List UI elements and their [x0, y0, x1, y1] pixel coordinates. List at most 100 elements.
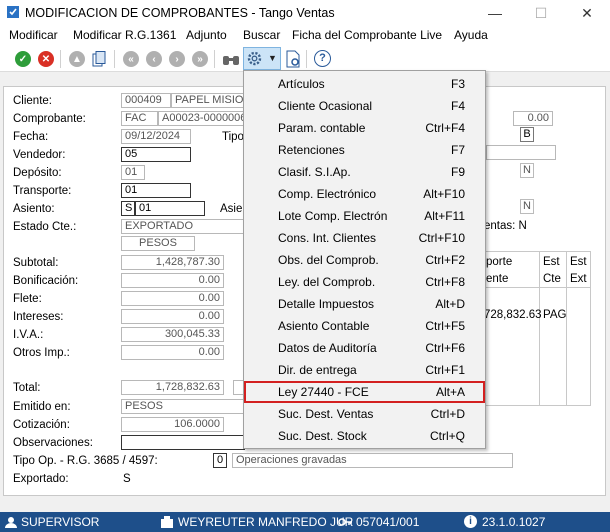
- tipo-op-description-field: Operaciones gravadas: [232, 453, 513, 468]
- bonificacion-label: Bonificación:: [13, 275, 79, 287]
- copy-icon[interactable]: [92, 51, 106, 67]
- asiento-field[interactable]: 01: [135, 201, 205, 216]
- maximize-button[interactable]: ☐: [518, 0, 564, 26]
- comprobante-number-field[interactable]: A00023-00000062: [158, 111, 244, 126]
- menu-item-cons-int-clientes[interactable]: Cons. Int. Clientes Ctrl+F10: [244, 227, 485, 249]
- tipo-op-code-field[interactable]: 0: [213, 453, 227, 468]
- document-settings-icon[interactable]: [285, 50, 301, 68]
- menu-item-comp-electronico[interactable]: Comp. Electrónico Alt+F10: [244, 183, 485, 205]
- menu-item-detalle-impuestos[interactable]: Detalle Impuestos Alt+D: [244, 293, 485, 315]
- observaciones-field[interactable]: [121, 435, 245, 450]
- menu-item-retenciones[interactable]: Retenciones F7: [244, 139, 485, 161]
- menu-item-articulos[interactable]: Artículos F3: [244, 73, 485, 95]
- col-est-ext-header-2: Ext: [570, 273, 587, 285]
- table-divider: [539, 251, 540, 406]
- vendedor-field[interactable]: 05: [121, 147, 191, 162]
- vendedor-label: Vendedor:: [13, 149, 66, 161]
- total-label: Total:: [13, 382, 41, 394]
- tipo-op-label: Tipo Op. - R.G. 3685 / 4597:: [13, 455, 158, 467]
- menu-modificar[interactable]: Modificar: [9, 28, 58, 42]
- cliente-code-field[interactable]: 000409: [121, 93, 171, 108]
- menu-ayuda[interactable]: Ayuda: [454, 28, 488, 42]
- minimize-button[interactable]: —: [472, 0, 518, 26]
- check-icon[interactable]: ✓: [15, 51, 31, 67]
- menu-item-param-contable[interactable]: Param. contable Ctrl+F4: [244, 117, 485, 139]
- menu-item-cliente-ocasional[interactable]: Cliente Ocasional F4: [244, 95, 485, 117]
- comprobante-type-field[interactable]: FAC: [121, 111, 158, 126]
- menu-item-datos-auditoria[interactable]: Datos de Auditoría Ctrl+F6: [244, 337, 485, 359]
- ventas-label: entas: N: [484, 220, 527, 232]
- emitido-label: Emitido en:: [13, 401, 71, 413]
- user-icon: [5, 516, 17, 528]
- menu-item-lote-comp-electron[interactable]: Lote Comp. Electrón Alt+F11: [244, 205, 485, 227]
- right-amount-field: 0.00: [513, 111, 553, 126]
- transporte-field[interactable]: 01: [121, 183, 191, 198]
- menu-item-ley-comprob[interactable]: Ley. del Comprob. Ctrl+F8: [244, 271, 485, 293]
- col-importe-header-2: ente: [486, 273, 509, 285]
- subtotal-field: 1,428,787.30: [121, 255, 224, 270]
- otros-imp-field: 0.00: [121, 345, 224, 360]
- estado-field: EXPORTADO: [121, 219, 244, 234]
- letter-box: B: [520, 127, 534, 142]
- flete-label: Flete:: [13, 293, 42, 305]
- tipo-label: Tipo: [222, 131, 244, 143]
- asiento-extra-label: Asie: [220, 203, 243, 215]
- transporte-label: Transporte:: [13, 185, 72, 197]
- total-field: 1,728,832.63: [121, 380, 224, 395]
- fecha-field[interactable]: 09/12/2024: [121, 129, 191, 144]
- intereses-label: Intereses:: [13, 311, 64, 323]
- cotizacion-label: Cotización:: [13, 419, 70, 431]
- row-est-cte: PAG: [543, 309, 567, 321]
- menu-item-suc-dest-ventas[interactable]: Suc. Dest. Ventas Ctrl+D: [244, 403, 485, 425]
- fecha-label: Fecha:: [13, 131, 49, 143]
- menu-item-ley-27440-fce[interactable]: Ley 27440 - FCE Alt+A: [244, 381, 485, 403]
- binoculars-icon[interactable]: [222, 51, 240, 67]
- last-record-icon[interactable]: »: [192, 51, 208, 67]
- asiento-flag-field[interactable]: S: [121, 201, 135, 216]
- menu-modificar-rg1361[interactable]: Modificar R.G.1361: [73, 28, 176, 42]
- first-record-icon[interactable]: «: [123, 51, 139, 67]
- menu-item-asiento-contable[interactable]: Asiento Contable Ctrl+F5: [244, 315, 485, 337]
- otros-imp-label: Otros Imp.:: [13, 347, 70, 359]
- toolbar-separator: [306, 50, 307, 68]
- intereses-field: 0.00: [121, 309, 224, 324]
- flete-field: 0.00: [121, 291, 224, 306]
- gear-icon: [246, 50, 263, 67]
- emitido-field: PESOS: [121, 399, 244, 414]
- window-title: MODIFICACION DE COMPROBANTES - Tango Ven…: [25, 6, 335, 20]
- menu-item-obs-comprob[interactable]: Obs. del Comprob. Ctrl+F2: [244, 249, 485, 271]
- cliente-name-field[interactable]: PAPEL MISION: [171, 93, 244, 108]
- currency-header: PESOS: [121, 236, 195, 251]
- deposito-field[interactable]: 01: [121, 165, 145, 180]
- next-record-icon[interactable]: ›: [169, 51, 185, 67]
- menu-item-suc-dest-stock[interactable]: Suc. Dest. Stock Ctrl+Q: [244, 425, 485, 447]
- right-empty-field[interactable]: [486, 145, 556, 160]
- row-importe: 728,832.63: [484, 309, 542, 321]
- col-est-ext-header-1: Est: [570, 256, 587, 268]
- exportado-label: Exportado:: [13, 473, 69, 485]
- estado-label: Estado Cte.:: [13, 221, 77, 233]
- previous-record-icon[interactable]: ‹: [146, 51, 162, 67]
- help-icon[interactable]: ?: [314, 50, 331, 67]
- menu-adjunto[interactable]: Adjunto: [186, 28, 227, 42]
- bonificacion-field: 0.00: [121, 273, 224, 288]
- asiento-label: Asiento:: [13, 203, 55, 215]
- n-box-1: N: [520, 163, 534, 178]
- iva-label: I.V.A.:: [13, 329, 44, 341]
- up-icon[interactable]: ▲: [69, 51, 85, 67]
- col-est-cte-header-2: Cte: [543, 273, 561, 285]
- menu-item-clasif-siap[interactable]: Clasif. S.I.Ap. F9: [244, 161, 485, 183]
- menu-item-dir-entrega[interactable]: Dir. de entrega Ctrl+F1: [244, 359, 485, 381]
- toolbar-separator: [214, 50, 215, 68]
- toolbar-separator: [114, 50, 115, 68]
- menu-buscar[interactable]: Buscar: [243, 28, 280, 42]
- chevron-down-icon: ▼: [268, 53, 277, 63]
- status-license: 057041/001: [356, 515, 420, 529]
- cancel-icon[interactable]: ✕: [38, 51, 54, 67]
- status-user: SUPERVISOR: [21, 515, 100, 529]
- exportado-value: S: [123, 473, 131, 485]
- menu-ficha-comprobante[interactable]: Ficha del Comprobante Live: [292, 28, 442, 42]
- table-divider: [566, 251, 567, 406]
- close-button[interactable]: ✕: [564, 0, 610, 26]
- cotizacion-field[interactable]: 106.0000: [121, 417, 224, 432]
